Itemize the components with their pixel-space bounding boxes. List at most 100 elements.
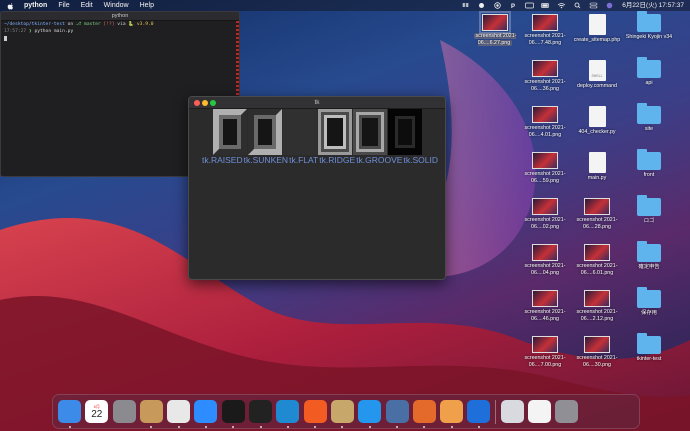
desktop-icon-label-text: screenshot 2021-06....36.png <box>524 79 566 92</box>
dropbox-icon[interactable] <box>461 2 470 9</box>
zoom-icon[interactable] <box>194 400 218 428</box>
relief-labels: tk.RAISED tk.SUNKEN tk.FLAT tk.RIDGE tk.… <box>202 155 438 165</box>
terminal-prompt-time: 17:57:27 <box>4 29 27 34</box>
terminal-prompt-via: via <box>117 22 126 27</box>
desktop-icon-label-text: screenshot 2021-06....2.12.png <box>576 309 618 322</box>
document-icon <box>588 106 606 127</box>
desktop-icon-label: ロゴ <box>618 218 680 225</box>
label-groove: tk.GROOVE <box>356 155 403 165</box>
document-icon[interactable] <box>528 400 552 423</box>
image-thumbnail-icon <box>532 14 558 31</box>
desktop-folder[interactable]: front <box>618 149 680 179</box>
system-preferences-icon[interactable] <box>112 400 136 423</box>
activity-monitor-icon[interactable] <box>221 400 245 428</box>
folder-icon <box>637 11 661 32</box>
desktop-icon-label-text: screenshot 2021-06....59.png <box>524 171 566 184</box>
finder-icon[interactable] <box>58 400 81 428</box>
infinity-app-icon[interactable] <box>467 400 491 428</box>
image-thumbnail-icon <box>532 106 558 123</box>
trash-icon[interactable] <box>555 400 579 423</box>
image-thumbnail-icon <box>479 11 511 34</box>
desktop-icon-label-text: screenshot 2021-06....04.png <box>524 263 566 276</box>
desktop-icon-label-text: deploy.command <box>577 83 617 89</box>
menu-edit[interactable]: Edit <box>81 0 93 11</box>
terminal-icon[interactable] <box>249 400 273 428</box>
search-icon[interactable] <box>573 2 582 9</box>
tk-window-title: tk <box>314 99 320 106</box>
tk-titlebar[interactable]: tk <box>189 97 445 109</box>
folder-icon <box>637 103 661 124</box>
git-client-icon[interactable] <box>412 400 436 428</box>
close-button[interactable] <box>194 100 200 106</box>
menu-file[interactable]: File <box>58 0 69 11</box>
image-thumbnail-icon <box>532 290 558 307</box>
terminal-cursor-line <box>1 35 239 43</box>
wifi-icon[interactable] <box>557 2 566 9</box>
desktop-folder[interactable]: tkinter-test <box>618 333 680 363</box>
status-dot-icon[interactable] <box>477 2 486 9</box>
dock: 6月 22 <box>52 394 640 429</box>
running-indicator <box>396 426 399 428</box>
running-indicator <box>177 426 180 428</box>
relief-ridge-frame <box>318 109 352 155</box>
calendar-icon[interactable]: 6月 22 <box>85 400 109 423</box>
git-branch-icon: ⎇ <box>75 22 82 27</box>
image-thumbnail-icon <box>532 152 558 169</box>
zoom-button[interactable] <box>210 100 216 106</box>
menu-clock[interactable]: 6月22日(火) 17:57:37 <box>622 0 684 11</box>
running-indicator <box>68 426 71 428</box>
preview-icon[interactable] <box>500 400 524 423</box>
image-thumbnail-icon <box>532 198 558 215</box>
relief-solid-frame <box>388 109 422 155</box>
paypal-icon[interactable]: P <box>509 2 518 10</box>
menu-help[interactable]: Help <box>140 0 154 11</box>
menu-app-name[interactable]: python <box>24 0 47 11</box>
relief-sunken-frame <box>248 109 282 155</box>
relief-raised-frame <box>213 109 247 155</box>
desktop-icon-label: front <box>618 172 680 179</box>
image-thumbnail-icon <box>532 336 558 353</box>
terminal-prompt-line: ~/desktop/tkinter-test on ⎇ master [!?] … <box>1 21 239 28</box>
desktop-folder[interactable]: Shingeki Kyojin v34 <box>618 11 680 41</box>
folder-icon <box>637 287 661 308</box>
apple-icon[interactable] <box>6 2 14 10</box>
document-icon <box>588 152 606 173</box>
desktop-icon-label-text: 404_checker.py <box>578 129 616 135</box>
siri-icon[interactable] <box>605 2 614 9</box>
desktop-folder[interactable]: 確定申告 <box>618 241 680 271</box>
folder-icon <box>637 195 661 216</box>
desktop-folder[interactable]: api <box>618 57 680 87</box>
contacts-icon[interactable] <box>139 400 163 428</box>
desktop-icon-label-text: ロゴ <box>643 218 655 224</box>
docker-icon[interactable] <box>358 400 382 428</box>
desktop-folder[interactable]: ロゴ <box>618 195 680 225</box>
vscode-icon[interactable] <box>276 400 300 428</box>
sketch-icon[interactable] <box>440 400 464 428</box>
image-thumbnail-icon <box>532 244 558 261</box>
label-raised: tk.RAISED <box>202 155 243 165</box>
running-indicator <box>368 426 371 428</box>
keyboard-icon[interactable] <box>525 2 535 9</box>
running-indicator <box>150 426 153 428</box>
record-icon[interactable] <box>493 2 502 9</box>
running-indicator <box>450 426 453 428</box>
quicktime-icon[interactable] <box>385 400 409 428</box>
image-thumbnail-icon <box>584 198 610 215</box>
terminal-titlebar[interactable]: python <box>1 12 239 21</box>
chrome-icon[interactable] <box>167 400 191 428</box>
minimize-button[interactable] <box>202 100 208 106</box>
desktop-folder[interactable]: site <box>618 103 680 133</box>
menu-window[interactable]: Window <box>104 0 129 11</box>
terminal-python-version: v3.9.0 <box>136 22 154 27</box>
running-indicator <box>204 426 207 428</box>
python-launcher-icon[interactable] <box>330 400 354 428</box>
control-center-icon[interactable] <box>589 2 598 9</box>
terminal-command: python main.py <box>34 29 74 34</box>
desktop-folder[interactable]: 保存用 <box>618 287 680 317</box>
desktop-icon-label-text: screenshot 2021-06....28.png <box>576 217 618 230</box>
python-version-icon: 🐍 <box>128 22 135 27</box>
dock-separator <box>494 399 496 424</box>
analytics-icon[interactable] <box>303 400 327 428</box>
battery-icon[interactable] <box>541 2 550 9</box>
tk-window[interactable]: tk tk.RAISED tk.SUNKEN tk.FLAT tk.RIDGE … <box>188 96 446 280</box>
